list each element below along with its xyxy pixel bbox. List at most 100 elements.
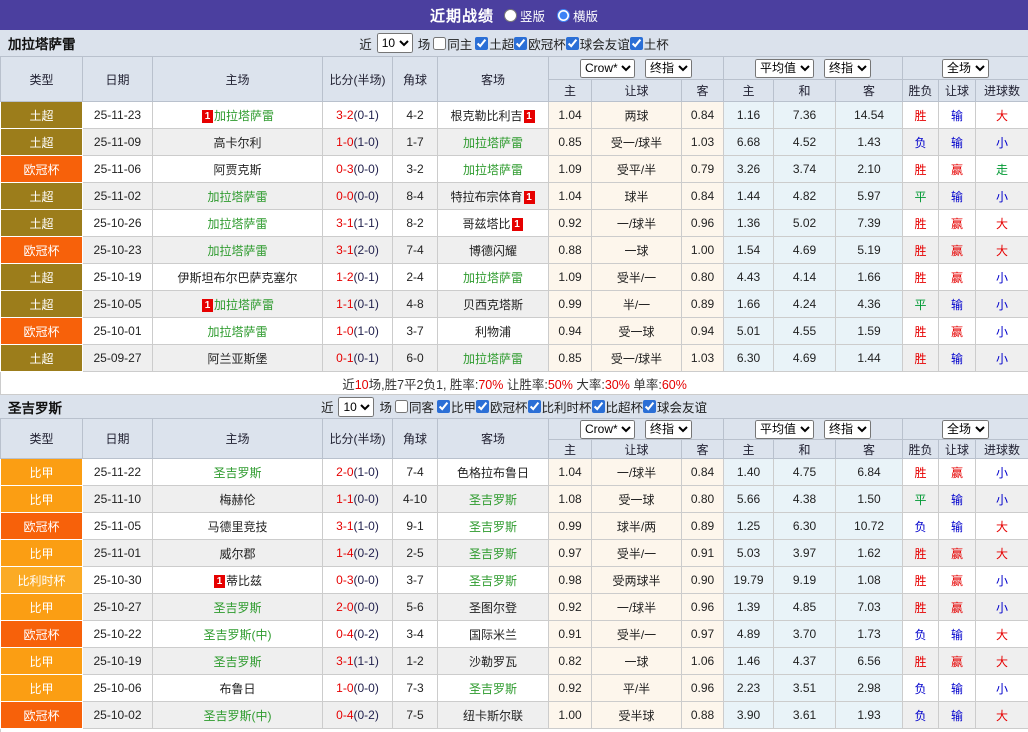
league-filter-checkbox[interactable]: [436, 400, 450, 413]
league-filter-checkbox[interactable]: [527, 400, 541, 413]
league-filter-checkbox[interactable]: [476, 400, 489, 413]
crow-odds-select[interactable]: Crow*: [580, 58, 636, 78]
league-filter-checkbox[interactable]: [591, 400, 605, 413]
goals-result-cell: 大: [975, 236, 1028, 264]
league-filter[interactable]: 土超: [475, 34, 514, 53]
team-label: 圣吉罗斯: [468, 546, 517, 561]
home-team-cell: 圣吉罗斯(中): [152, 620, 323, 648]
match-row: 比甲 25-10-19 圣吉罗斯 3-1(1-1) 1-2 沙勒罗瓦 0.82 一球 1.06 1…: [0, 647, 1028, 675]
avg-away-odds: 1.59: [835, 317, 904, 345]
goals-result-cell: 小: [975, 290, 1028, 318]
home-team-cell: 阿兰亚斯堡: [152, 344, 323, 372]
league-filter[interactable]: 欧冠杯: [514, 34, 566, 53]
avg-draw-odds: 6.30: [773, 512, 837, 540]
league-filter[interactable]: 比利时杯: [527, 397, 592, 416]
same-venue-filter[interactable]: 同客: [394, 397, 434, 416]
team-label: 圣吉罗斯: [468, 573, 517, 588]
avg-final-odds-select[interactable]: 终指: [824, 419, 872, 439]
final-odds-select[interactable]: 终指: [645, 419, 693, 439]
layout-option-2[interactable]: 横版: [557, 6, 598, 25]
league-filter[interactable]: 土杯: [629, 34, 669, 53]
avg-draw-odds: 4.38: [773, 485, 837, 513]
handicap-result-cell: 输: [938, 674, 977, 702]
match-row: 土超 25-10-19 伊斯坦布尔巴萨克塞尔 1-2(0-1) 2-4 加拉塔萨雷 1.09…: [0, 263, 1028, 291]
handicap-away-odds: 1.03: [680, 128, 725, 156]
goals-result-cell: 大: [975, 620, 1028, 648]
layout-radio[interactable]: [503, 8, 517, 22]
score-cell: 3-1(2-0): [322, 236, 393, 264]
date-cell: 25-10-01: [82, 317, 153, 345]
match-range-select[interactable]: 10: [376, 33, 413, 53]
avg-home-odds: 1.40: [723, 458, 775, 486]
scope-select[interactable]: 全场: [942, 58, 990, 78]
avg-home-odds: 6.68: [723, 128, 775, 156]
handicap-home-odds: 1.04: [548, 458, 592, 486]
col-handicap-result: 让球: [938, 79, 977, 102]
match-row: 欧冠杯 25-10-23 加拉塔萨雷 3-1(2-0) 7-4 博德闪耀 0.88 一球 1.0…: [0, 236, 1028, 264]
home-team-cell: 威尔郡: [152, 539, 323, 567]
app-header: 近期战绩 竖版 横版: [0, 0, 1028, 30]
team-label: 国际米兰: [468, 627, 517, 642]
league-filter-checkbox[interactable]: [629, 36, 643, 50]
handicap-away-odds: 0.97: [680, 620, 725, 648]
date-cell: 25-09-27: [82, 344, 153, 372]
same-venue-filter[interactable]: 同主: [433, 34, 472, 53]
avg-away-odds: 1.73: [835, 620, 904, 648]
goals-result-cell: 大: [975, 539, 1028, 567]
corner-cell: 1-2: [392, 647, 438, 675]
team-label: 高卡尔利: [213, 135, 262, 150]
league-type-cell: 比甲: [0, 539, 83, 567]
league-filter[interactable]: 球会友谊: [565, 34, 630, 53]
handicap-result-cell: 输: [938, 182, 977, 210]
league-type-cell: 土超: [0, 344, 83, 372]
match-row: 欧冠杯 25-11-06 阿贾克斯 0-3(0-0) 3-2 加拉塔萨雷 1.09 受平/半 0…: [0, 155, 1028, 183]
avg-draw-odds: 4.14: [773, 263, 837, 291]
score-cell: 2-0(0-0): [322, 593, 393, 621]
league-filter[interactable]: 球会友谊: [643, 397, 707, 416]
scope-select[interactable]: 全场: [942, 419, 990, 439]
league-filter-checkbox[interactable]: [514, 36, 528, 50]
handicap-home-odds: 0.98: [548, 566, 592, 594]
final-odds-select[interactable]: 终指: [645, 58, 693, 78]
avg-draw-odds: 4.85: [773, 593, 837, 621]
layout-radio[interactable]: [557, 8, 570, 22]
away-team-cell: 圣吉罗斯: [437, 485, 549, 513]
handicap-line: 受半/一: [591, 620, 682, 648]
avg-odds-select[interactable]: 平均值: [755, 419, 815, 439]
result-cell: 负: [902, 512, 940, 540]
col-handicap-away: 客: [680, 439, 725, 459]
handicap-home-odds: 0.85: [548, 344, 592, 372]
avg-odds-select[interactable]: 平均值: [755, 58, 815, 78]
section-team-1: 加拉塔萨雷 近 10 场 同主 土超欧冠杯球会友谊土杯 类型 日期 主场: [0, 30, 1028, 395]
col-corner: 角球: [392, 56, 438, 102]
layout-option-1[interactable]: 竖版: [503, 6, 545, 25]
league-filter-checkbox[interactable]: [643, 400, 657, 413]
match-row: 土超 25-11-09 高卡尔利 1-0(1-0) 1-7 加拉塔萨雷 0.85 受一/球半 1…: [0, 128, 1028, 156]
corner-cell: 4-8: [392, 290, 438, 318]
league-type-cell: 欧冠杯: [0, 317, 83, 345]
col-result: 胜负: [902, 439, 940, 459]
avg-draw-odds: 4.24: [773, 290, 837, 318]
team-label: 加拉塔萨雷: [462, 270, 523, 285]
col-handicap-away: 客: [680, 79, 725, 102]
avg-away-odds: 4.36: [835, 290, 904, 318]
handicap-result-cell: 输: [938, 128, 977, 156]
handicap-result-cell: 输: [938, 290, 977, 318]
avg-home-odds: 1.39: [723, 593, 775, 621]
match-range-select[interactable]: 10: [338, 396, 375, 417]
match-row: 土超 25-10-05 1 加拉塔萨雷 1-1(0-1) 4-8 贝西克塔斯 0.99 半/一 0…: [0, 290, 1028, 318]
league-filter[interactable]: 比甲: [436, 397, 476, 416]
crow-odds-select[interactable]: Crow*: [580, 419, 636, 439]
league-filter-checkbox[interactable]: [475, 36, 489, 50]
handicap-home-odds: 1.00: [548, 701, 592, 729]
avg-final-odds-select[interactable]: 终指: [824, 58, 872, 78]
date-cell: 25-10-27: [82, 593, 153, 621]
handicap-home-odds: 1.09: [548, 155, 592, 183]
handicap-away-odds: 0.90: [680, 566, 725, 594]
league-filter-checkbox[interactable]: [565, 36, 579, 50]
league-filter[interactable]: 比超杯: [591, 397, 643, 416]
handicap-away-odds: 0.89: [680, 290, 725, 318]
same-venue-checkbox[interactable]: [433, 36, 447, 50]
same-venue-checkbox[interactable]: [394, 400, 408, 413]
league-filter[interactable]: 欧冠杯: [476, 397, 528, 416]
